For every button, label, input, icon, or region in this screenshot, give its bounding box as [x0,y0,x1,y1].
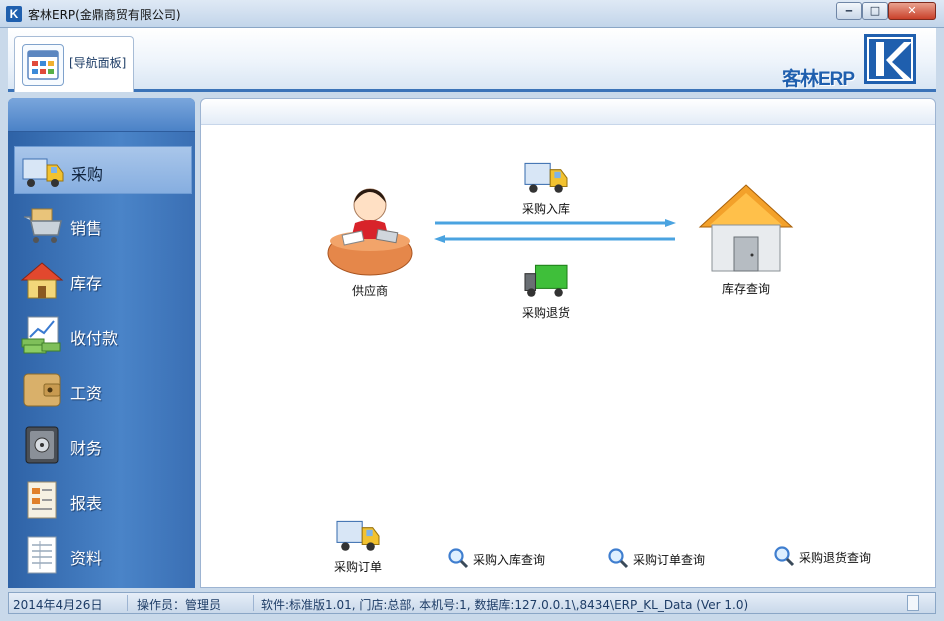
safe-icon [25,426,59,464]
magnifier-icon [448,548,469,569]
sidebar-item-label: 库存 [70,274,103,293]
house-icon [20,262,64,299]
magnifier-icon [774,546,795,567]
status-operator: 操作员：管理员 [137,598,222,612]
sidebar-item-label: 采购 [71,165,104,184]
content-panel: 供应商 采购入库 采购退货 库存查询 采购订单 采购入库查询 采购订单查询 采购… [200,98,936,588]
status-divider [253,595,254,611]
magnifier-icon [608,548,629,569]
green-truck-icon [524,264,568,297]
sidebar-item-inventory[interactable]: 库存 [14,256,192,304]
warehouse-icon [698,184,794,272]
truck-icon [336,520,380,551]
close-button[interactable]: ✕ [888,2,936,20]
query-label: 采购退货查询 [799,551,872,565]
supplier-node[interactable]: 供应商 [325,183,415,299]
minimize-button[interactable]: ‒ [836,2,862,20]
sidebar-item-data[interactable]: 资料 [14,531,192,579]
content-header [201,99,935,125]
query-label: 采购入库查询 [473,553,546,567]
sidebar-item-label: 工资 [70,384,103,403]
warehouse-node[interactable]: 库存查询 [695,181,797,297]
truck-icon [22,158,64,187]
warehouse-label: 库存查询 [721,282,770,296]
sidebar-item-label: 销售 [70,219,103,238]
sidebar-header [8,98,195,132]
sidebar-item-label: 报表 [70,494,103,513]
status-info: 软件:标准版1.01, 门店:总部, 本机号:1, 数据库:127.0.0.1\… [261,598,749,612]
sidebar: 采购 销售 库存 收付款 工资 财务 报表 资料 [8,98,195,588]
sidebar-item-payments[interactable]: 收付款 [14,311,192,359]
navigation-panel-icon [22,44,64,86]
title-bar: K 客林ERP(金鼎商贸有限公司) ‒ □ ✕ [0,0,944,28]
window-title: 客林ERP(金鼎商贸有限公司) [28,8,181,22]
purchase-order-node[interactable]: 采购订单 [325,513,391,575]
status-date: 2014年4月26日 [13,598,103,612]
flow-arrows [434,219,676,243]
app-logo-icon: K [6,6,22,22]
status-scroll-grip[interactable] [907,595,919,611]
purchase-return-node[interactable]: 采购退货 [511,259,581,321]
shopping-cart-icon [24,208,62,243]
brand-k-icon [864,34,916,84]
wallet-icon [23,373,61,407]
brand-text: 客林ERP [782,69,855,90]
report-icon [27,481,57,519]
sidebar-item-purchase[interactable]: 采购 [14,146,192,194]
sidebar-item-reports[interactable]: 报表 [14,476,192,524]
sidebar-item-finance[interactable]: 财务 [14,421,192,469]
document-icon [27,536,57,574]
brand-logo: 客林ERP [782,30,922,90]
money-chart-icon [21,316,61,354]
maximize-button[interactable]: □ [862,2,888,20]
sidebar-item-sales[interactable]: 销售 [14,201,192,249]
purchase-in-node[interactable]: 采购入库 [511,155,581,217]
sidebar-item-label: 资料 [70,549,103,568]
truck-icon [524,162,568,193]
sidebar-item-label: 财务 [70,439,103,458]
tab-label: [导航面板] [69,56,127,70]
sidebar-item-salary[interactable]: 工资 [14,366,192,414]
query-label: 采购订单查询 [633,553,706,567]
status-bar: 2014年4月26日 操作员：管理员 软件:标准版1.01, 门店:总部, 本机… [8,592,936,614]
status-divider [127,595,128,611]
purchase-order-label: 采购订单 [333,560,382,574]
purchase-return-label: 采购退货 [521,306,570,320]
supplier-icon [327,188,413,276]
top-toolbar: [导航面板] 客林ERP [8,28,936,92]
tab-navigation-panel[interactable]: [导航面板] [14,36,134,92]
supplier-label: 供应商 [351,284,388,298]
purchase-in-label: 采购入库 [521,202,570,216]
sidebar-item-label: 收付款 [70,329,119,348]
